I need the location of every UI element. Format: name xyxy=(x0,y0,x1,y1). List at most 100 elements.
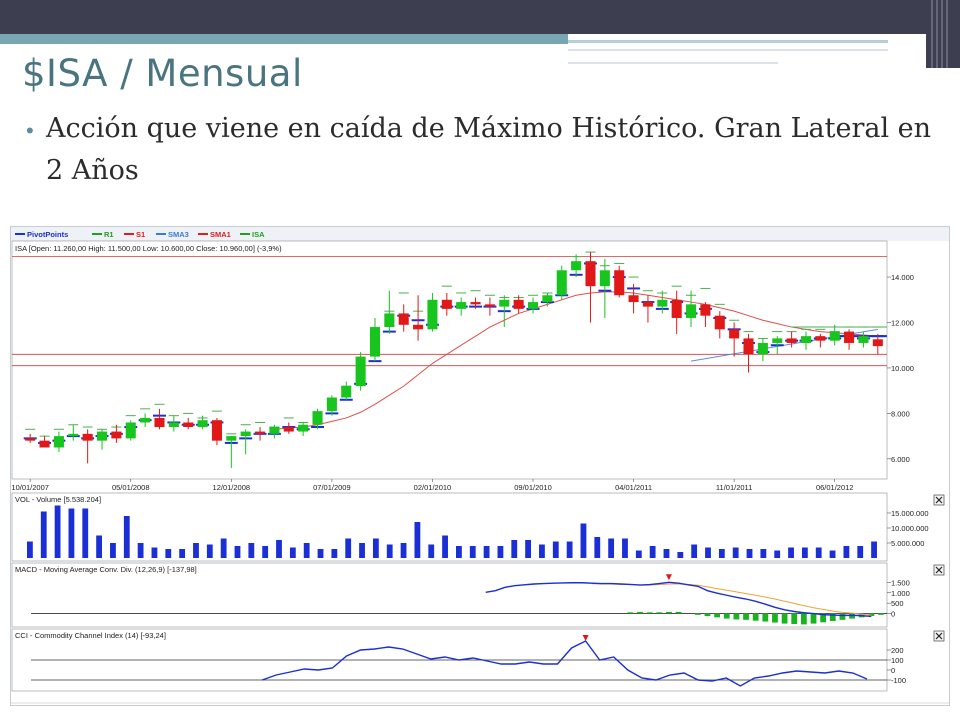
macd-histogram-bar xyxy=(637,611,643,614)
stock-chart: PivotPoints R1 S1 SMA3 SMA1 ISA ISA [Open: 11.… xyxy=(11,227,949,704)
candle-body xyxy=(427,299,438,330)
candle-body xyxy=(298,424,309,432)
volume-bar xyxy=(497,546,504,558)
candle-body xyxy=(585,261,596,287)
legend-label: SMA1 xyxy=(210,230,231,239)
cci-y-tick-label: 0 xyxy=(891,666,895,675)
macd-histogram-bar xyxy=(627,612,634,614)
candle-body xyxy=(240,431,251,437)
macd-y-tick-label: 500 xyxy=(891,599,904,608)
macd-histogram-bar xyxy=(781,613,788,624)
macd-histogram-bar xyxy=(704,613,711,617)
candle-body xyxy=(111,431,122,439)
candle-body xyxy=(714,315,725,330)
price-y-tick-label: 10.000 xyxy=(891,364,914,373)
volume-bar xyxy=(220,538,227,558)
volume-bar xyxy=(801,547,808,558)
volume-bar xyxy=(483,546,490,558)
price-y-tick-label: 14.000 xyxy=(891,273,914,282)
macd-y-tick-label: 1.500 xyxy=(891,578,910,587)
macd-y-tick-label: 1.000 xyxy=(891,589,910,598)
volume-bar xyxy=(677,552,684,558)
volume-y-tick-label: 15.000.000 xyxy=(891,509,929,518)
volume-bar xyxy=(760,549,767,558)
candle-body xyxy=(484,304,495,307)
macd-title: MACD - Moving Average Conv. Div. (12,26,… xyxy=(15,565,197,574)
volume-bar xyxy=(857,546,864,558)
candle-body xyxy=(255,431,266,434)
volume-bar xyxy=(649,546,656,558)
macd-histogram-bar xyxy=(752,613,759,621)
cci-y-tick-label: 100 xyxy=(891,656,904,665)
volume-bar xyxy=(386,544,393,558)
candle-body xyxy=(283,427,294,432)
macd-y-tick-label: 0 xyxy=(891,610,895,619)
candle-body xyxy=(542,295,553,303)
candle-body xyxy=(858,336,869,343)
macd-histogram-bar xyxy=(800,613,807,625)
candle-body xyxy=(743,338,754,355)
macd-histogram-bar xyxy=(666,611,672,614)
x-tick-label: 09/01/2010 xyxy=(514,483,552,492)
candle-body xyxy=(226,436,237,441)
legend-label: PivotPoints xyxy=(27,230,68,239)
candle-body xyxy=(25,438,36,441)
volume-bar xyxy=(27,541,33,558)
stock-chart-frame: PivotPoints R1 S1 SMA3 SMA1 ISA ISA [Open: 11.… xyxy=(10,226,950,706)
candle-body xyxy=(96,431,108,441)
corner-decoration xyxy=(931,0,948,68)
volume-bar xyxy=(137,543,144,558)
price-panel xyxy=(11,240,888,480)
macd-histogram-bar xyxy=(646,612,653,614)
candle-body xyxy=(657,299,668,307)
volume-bar xyxy=(54,505,61,558)
candle-body xyxy=(527,302,539,309)
volume-bar xyxy=(774,550,781,558)
macd-histogram-bar xyxy=(791,613,798,624)
candle-body xyxy=(140,417,151,423)
macd-histogram-bar xyxy=(810,613,817,624)
volume-bar xyxy=(151,547,158,558)
candle-body xyxy=(499,299,510,307)
candle-body xyxy=(800,336,812,343)
candle-body xyxy=(556,270,567,296)
candle-body xyxy=(341,386,352,398)
x-tick-label: 02/01/2010 xyxy=(414,483,452,492)
volume-bar xyxy=(691,544,698,558)
candle-body xyxy=(844,331,855,343)
x-tick-label: 10/01/2007 xyxy=(11,483,49,492)
volume-bar xyxy=(566,541,573,558)
volume-bar xyxy=(234,546,241,558)
volume-bar xyxy=(68,508,75,558)
volume-y-tick-label: 10.000.000 xyxy=(891,524,929,533)
candle-body xyxy=(82,433,93,441)
candle-body xyxy=(456,302,467,309)
macd-histogram-bar xyxy=(762,613,769,622)
volume-bar xyxy=(317,549,324,558)
candle-body xyxy=(269,427,280,434)
volume-bar xyxy=(815,547,822,558)
cci-y-tick-label: -100 xyxy=(891,676,906,685)
bullet-item: • Acción que viene en caída de Máximo Hi… xyxy=(22,108,942,192)
candle-body xyxy=(398,313,409,325)
volume-bar xyxy=(331,549,338,558)
volume-bar xyxy=(110,543,116,558)
volume-bar xyxy=(276,540,282,558)
volume-bar xyxy=(663,549,670,558)
macd-histogram-bar xyxy=(743,613,749,620)
volume-bar xyxy=(400,543,407,558)
candle-body xyxy=(872,339,883,347)
bullet-text: Acción que viene en caída de Máximo Hist… xyxy=(46,113,932,186)
volume-bar xyxy=(580,523,587,558)
volume-bar xyxy=(303,543,310,558)
volume-bar xyxy=(594,537,601,558)
volume-bar xyxy=(123,516,130,558)
bullet-dot-icon: • xyxy=(26,118,34,143)
volume-bar xyxy=(82,508,89,558)
title-accent-line-3 xyxy=(568,62,778,64)
legend-label: SMA3 xyxy=(168,230,189,239)
macd-histogram-bar xyxy=(675,611,682,614)
candle-body xyxy=(312,411,323,425)
candle-body xyxy=(211,420,222,441)
candle-body xyxy=(154,417,165,428)
